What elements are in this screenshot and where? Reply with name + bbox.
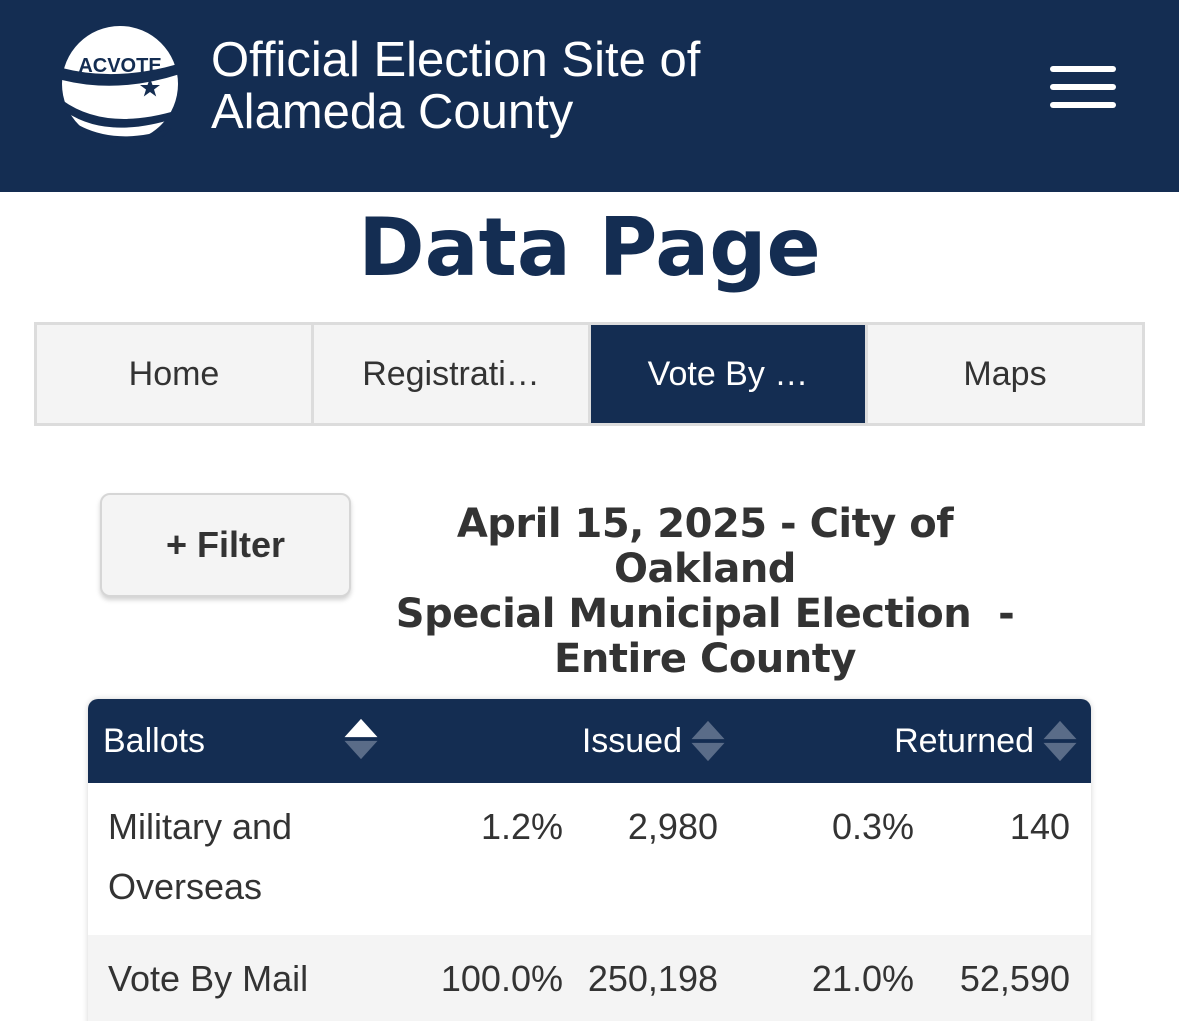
issued-count: 2,980 [627,806,718,847]
tab-maps[interactable]: Maps [868,325,1142,423]
column-header-issued[interactable]: Issued [566,699,728,783]
sort-asc-icon [344,718,378,760]
tab-bar: Home Registrati… Vote By … Maps [34,322,1145,426]
page-title: Data Page [358,201,821,294]
site-title-line1: Official Election Site of [211,33,701,87]
row-label: Vote By Mail [108,958,309,999]
table-header: Ballots Issued Returned [88,699,1091,783]
election-title-line2: Special Municipal Election - [395,591,1015,637]
election-title: April 15, 2025 - City of Oakland Special… [370,502,1040,682]
returned-count: 140 [1009,806,1070,847]
issued-percent: 1.2% [480,806,563,847]
hamburger-menu-icon[interactable] [1046,62,1118,114]
row-label-line1: Military and [108,806,293,847]
column-header-returned-label: Returned [894,721,1034,760]
ballots-table: Ballots Issued Returned Military and Ove… [88,699,1091,1021]
site-title[interactable]: Official Election Site of Alameda County [211,34,700,138]
filter-button[interactable]: + Filter [100,493,351,597]
logo-text: ACVOTE [78,55,161,77]
table-row: Vote By Mail 100.0% 250,198 21.0% 52,590 [88,935,1091,1021]
row-label-line2: Overseas [108,866,263,907]
site-header: ACVOTE Official Election Site of Alameda… [0,0,1179,192]
sort-icon [691,720,725,762]
tab-registration[interactable]: Registrati… [314,325,591,423]
column-header-ballots[interactable]: Ballots [103,699,463,783]
election-title-line3: Entire County [554,636,856,682]
issued-count: 250,198 [587,958,718,999]
returned-percent: 21.0% [811,958,914,999]
tab-home[interactable]: Home [37,325,314,423]
issued-percent: 100.0% [440,958,563,999]
returned-count: 52,590 [959,958,1070,999]
row-label: Military and Overseas [108,797,292,917]
election-title-line1: April 15, 2025 - City of Oakland [456,501,954,592]
returned-percent: 0.3% [831,806,914,847]
site-title-line2: Alameda County [211,85,574,139]
column-header-issued-label: Issued [581,721,682,760]
sort-icon [1043,720,1077,762]
table-row: Military and Overseas 1.2% 2,980 0.3% 14… [88,783,1091,935]
column-header-ballots-label: Ballots [103,721,206,760]
acvote-logo[interactable]: ACVOTE [56,24,184,150]
column-header-returned[interactable]: Returned [848,699,1080,783]
tab-vote-by-mail[interactable]: Vote By … [591,325,868,423]
